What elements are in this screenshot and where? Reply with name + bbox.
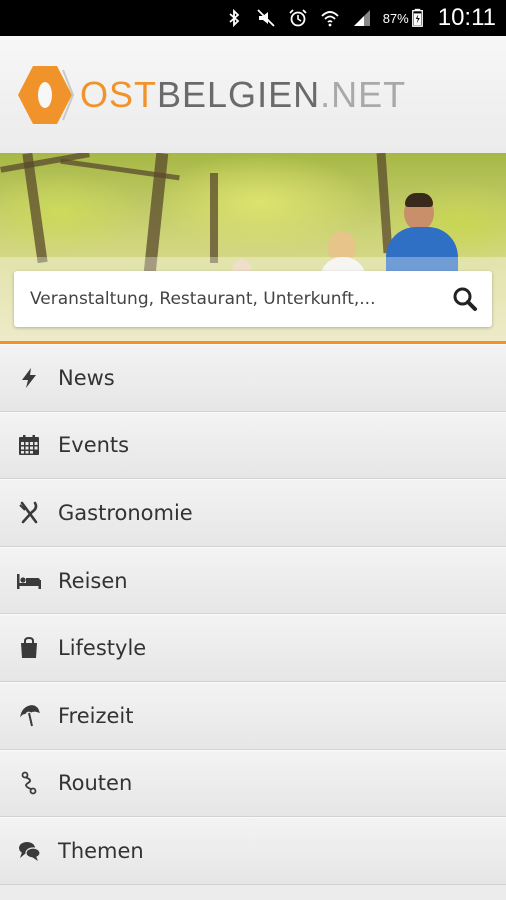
menu-item-label: Lifestyle — [58, 636, 147, 661]
menu-item-events[interactable]: Events — [0, 411, 506, 480]
bed-icon — [16, 568, 42, 594]
menu-item-label: Themen — [58, 838, 144, 863]
search-input[interactable] — [30, 289, 452, 309]
battery-indicator: 87% — [383, 7, 424, 29]
bluetooth-icon — [223, 7, 245, 29]
lightning-icon — [16, 365, 42, 391]
menu-item-label: Freizeit — [58, 703, 134, 728]
logo-text-ost: OST — [80, 73, 158, 115]
menu-item-label: Routen — [58, 771, 133, 796]
wifi-icon — [319, 7, 341, 29]
logo-text-net: .NET — [320, 73, 407, 115]
menu-item-news[interactable]: News — [0, 344, 506, 412]
shopping-bag-icon — [16, 635, 42, 661]
battery-percent: 87% — [382, 10, 409, 26]
clock: 10:11 — [437, 4, 496, 31]
menu-item-reisen[interactable]: Reisen — [0, 546, 506, 615]
main-menu: News Events Gastronomie Reisen Lifestyle… — [0, 344, 506, 885]
menu-item-label: Gastronomie — [58, 500, 193, 525]
menu-item-lifestyle[interactable]: Lifestyle — [0, 614, 506, 682]
cutlery-icon — [16, 500, 42, 526]
calendar-icon — [16, 432, 42, 458]
menu-item-routen[interactable]: Routen — [0, 749, 506, 818]
umbrella-icon — [16, 703, 42, 729]
signal-icon — [351, 7, 373, 29]
chat-icon — [16, 838, 42, 864]
app-header: OSTBELGIEN.NET — [0, 36, 506, 153]
route-icon — [16, 770, 42, 796]
mute-icon — [255, 7, 277, 29]
battery-icon — [412, 7, 424, 29]
menu-item-gastronomie[interactable]: Gastronomie — [0, 479, 506, 547]
logo-icon[interactable] — [16, 64, 74, 126]
menu-item-label: News — [58, 365, 115, 390]
search-icon[interactable] — [452, 286, 478, 312]
search-box[interactable] — [14, 271, 492, 327]
menu-item-label: Reisen — [58, 568, 128, 593]
status-bar: 87% 10:11 — [0, 0, 506, 36]
menu-item-freizeit[interactable]: Freizeit — [0, 681, 506, 750]
logo-text-belgien: BELGIEN — [157, 73, 321, 115]
logo-wordmark[interactable]: OSTBELGIEN.NET — [80, 74, 406, 116]
menu-item-themen[interactable]: Themen — [0, 817, 506, 885]
menu-item-label: Events — [58, 433, 130, 458]
alarm-icon — [287, 7, 309, 29]
